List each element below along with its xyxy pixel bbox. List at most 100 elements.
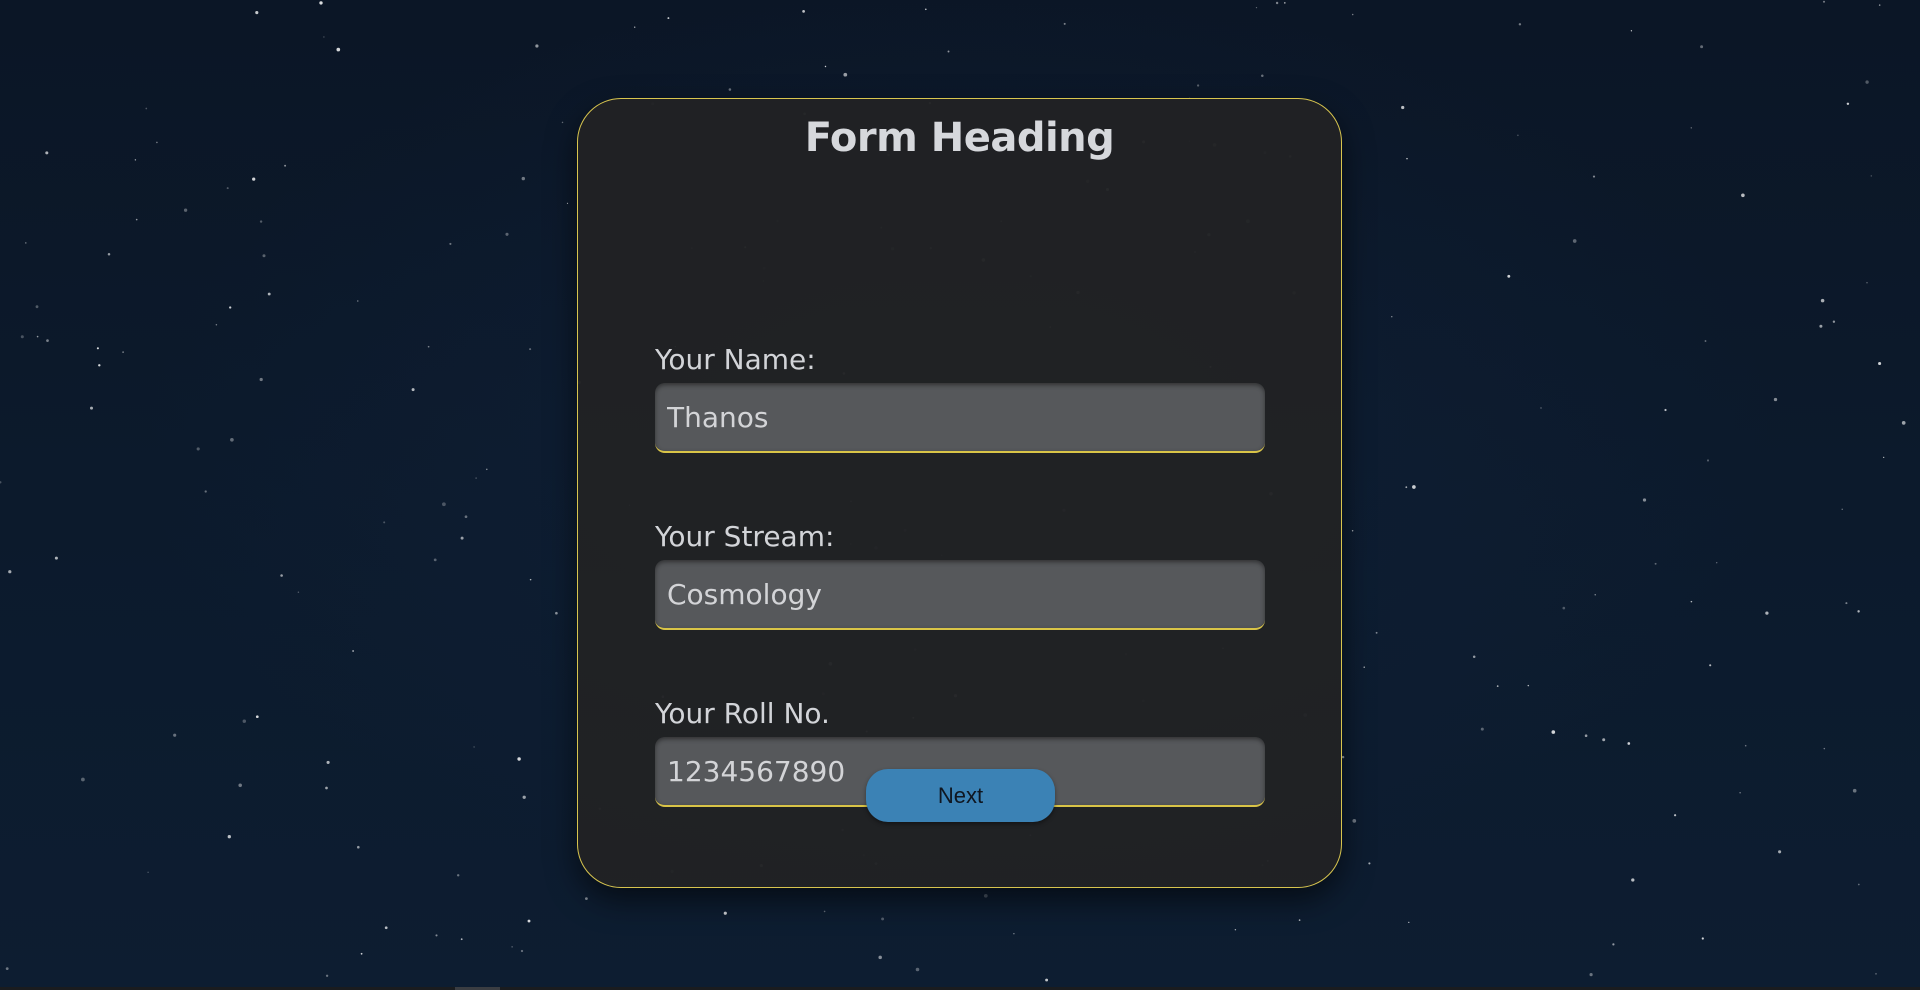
star [262, 254, 266, 258]
star [173, 733, 177, 737]
star [1584, 734, 1588, 737]
star [1496, 685, 1499, 687]
star [1063, 22, 1066, 25]
star [1778, 850, 1782, 854]
stream-input[interactable] [655, 560, 1265, 630]
star [1630, 30, 1633, 32]
name-field-group: Your Name: [655, 343, 1265, 453]
star [1612, 943, 1615, 946]
star [1518, 23, 1522, 26]
star [183, 208, 188, 212]
star [122, 351, 124, 353]
star [1196, 84, 1200, 87]
star [1013, 932, 1015, 935]
star [823, 910, 826, 913]
star [1654, 562, 1657, 565]
star [8, 570, 12, 574]
star [1883, 456, 1885, 459]
star [517, 757, 521, 761]
star [1562, 606, 1566, 610]
star [323, 36, 325, 38]
star [1765, 611, 1769, 615]
star [585, 897, 588, 900]
star [915, 967, 920, 972]
star [878, 955, 882, 960]
form-card: Form Heading Your Name: Your Stream: You… [577, 98, 1342, 888]
star [1351, 13, 1354, 16]
star [1857, 883, 1860, 886]
star [1819, 324, 1823, 328]
star [1875, 972, 1877, 975]
star [947, 50, 950, 53]
star [1602, 738, 1606, 742]
star [1690, 600, 1693, 603]
star [1741, 193, 1745, 198]
stream-label: Your Stream: [655, 520, 835, 553]
name-input[interactable] [655, 383, 1265, 453]
star [1589, 973, 1593, 977]
star [1845, 602, 1848, 605]
star [1832, 320, 1836, 323]
star [1631, 878, 1635, 882]
star [357, 300, 359, 302]
star [521, 176, 525, 181]
star [1706, 459, 1710, 462]
star [1363, 666, 1365, 668]
star [1551, 730, 1556, 734]
star [433, 558, 437, 562]
star [520, 949, 524, 953]
star [983, 893, 988, 898]
star [1642, 498, 1647, 502]
star [1255, 6, 1258, 9]
star [98, 364, 101, 367]
star [1472, 655, 1476, 658]
star [352, 650, 354, 652]
star [319, 1, 323, 5]
star [1401, 105, 1405, 110]
star [25, 242, 27, 244]
roll-no-label: Your Roll No. [655, 697, 830, 730]
star [475, 477, 477, 479]
star [284, 164, 287, 167]
next-button[interactable]: Next [866, 769, 1055, 822]
form-heading: Form Heading [804, 115, 1115, 161]
star [267, 292, 271, 296]
star [259, 220, 263, 223]
star [1517, 134, 1519, 137]
star [1391, 316, 1393, 318]
star [1865, 80, 1869, 84]
star [259, 377, 263, 382]
star [1700, 45, 1704, 49]
star [449, 242, 452, 245]
star [238, 783, 242, 788]
star [1045, 978, 1049, 982]
star [1709, 664, 1712, 667]
star [843, 72, 848, 77]
star [1283, 2, 1286, 4]
star [1823, 747, 1826, 750]
star [535, 44, 539, 48]
star [145, 107, 148, 110]
star [634, 26, 636, 28]
star [1739, 792, 1741, 794]
star [1901, 421, 1906, 425]
star [1572, 239, 1577, 243]
star [522, 795, 526, 799]
star [45, 151, 49, 155]
star [473, 746, 475, 748]
star [1846, 102, 1850, 106]
star [427, 345, 430, 348]
star [384, 926, 388, 930]
star [326, 760, 330, 764]
star [723, 911, 727, 915]
star [325, 786, 328, 790]
star [411, 388, 415, 392]
star [252, 177, 256, 181]
star [255, 715, 259, 719]
star [1352, 819, 1357, 823]
star [35, 305, 39, 309]
star [460, 536, 464, 540]
star [1822, 0, 1826, 3]
star [46, 339, 49, 342]
star [1744, 744, 1747, 747]
